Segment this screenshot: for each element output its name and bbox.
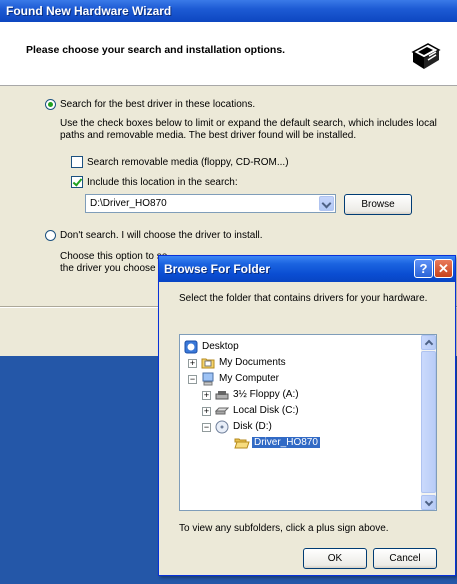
browse-instruction: Select the folder that contains drivers … xyxy=(179,293,428,304)
tree-label-selected: Driver_HO870 xyxy=(252,437,320,448)
dont-search-radio[interactable] xyxy=(45,230,56,241)
tree-label: Desktop xyxy=(202,341,239,352)
help-button[interactable]: ? xyxy=(414,259,433,278)
computer-icon xyxy=(202,372,214,386)
collapse-minus-icon[interactable]: − xyxy=(188,375,197,384)
collapse-minus-icon[interactable]: − xyxy=(202,423,211,432)
floppy-icon xyxy=(215,391,229,400)
tree-label: My Documents xyxy=(219,357,286,368)
dont-search-description-line2: the driver you choose w xyxy=(60,263,166,274)
expand-plus-icon[interactable]: + xyxy=(202,407,211,416)
chevron-down-icon[interactable] xyxy=(319,196,334,211)
desktop-icon xyxy=(184,340,198,354)
search-description-line1: Use the check boxes below to limit or ex… xyxy=(60,118,437,129)
scroll-down-icon[interactable] xyxy=(421,495,436,510)
dont-search-label[interactable]: Don't search. I will choose the driver t… xyxy=(60,230,263,241)
hardware-install-icon xyxy=(410,40,442,72)
close-button[interactable]: ✕ xyxy=(434,259,453,278)
expand-plus-icon[interactable]: + xyxy=(202,391,211,400)
tree-label: 3½ Floppy (A:) xyxy=(233,389,299,400)
browse-dialog-title: Browse For Folder xyxy=(164,262,271,276)
folder-icon xyxy=(201,358,215,369)
wizard-titlebar[interactable]: Found New Hardware Wizard xyxy=(0,0,457,22)
cd-drive-icon xyxy=(215,420,229,434)
search-removable-checkbox[interactable] xyxy=(71,156,83,168)
scroll-up-icon[interactable] xyxy=(421,335,436,350)
include-location-checkbox[interactable] xyxy=(71,176,83,188)
browse-dialog-titlebar[interactable]: Browse For Folder ? ✕ xyxy=(159,256,455,282)
folder-tree[interactable]: Desktop + My Documents − My Computer + 3… xyxy=(179,334,437,511)
scroll-thumb[interactable] xyxy=(421,351,436,493)
hard-disk-icon xyxy=(215,407,229,415)
tree-label: Disk (D:) xyxy=(233,421,272,432)
location-combobox[interactable]: D:\Driver_HO870 xyxy=(85,194,336,213)
open-folder-icon xyxy=(234,438,250,449)
cancel-button[interactable]: Cancel xyxy=(373,548,437,569)
tree-label: Local Disk (C:) xyxy=(233,405,299,416)
wizard-title: Found New Hardware Wizard xyxy=(6,4,172,18)
tree-label: My Computer xyxy=(219,373,280,384)
search-best-driver-label[interactable]: Search for the best driver in these loca… xyxy=(60,99,255,110)
browse-hint: To view any subfolders, click a plus sig… xyxy=(179,523,389,534)
dont-search-description-line1: Choose this option to se xyxy=(60,251,168,262)
search-removable-label[interactable]: Search removable media (floppy, CD-ROM..… xyxy=(87,157,289,168)
search-description-line2: paths and removable media. The best driv… xyxy=(60,130,357,141)
expand-plus-icon[interactable]: + xyxy=(188,359,197,368)
browse-for-folder-dialog: Browse For Folder ? ✕ Select the folder … xyxy=(158,255,456,576)
browse-button[interactable]: Browse xyxy=(344,194,412,215)
location-value[interactable]: D:\Driver_HO870 xyxy=(90,198,167,209)
vertical-scrollbar[interactable] xyxy=(421,335,436,510)
ok-button[interactable]: OK xyxy=(303,548,367,569)
wizard-heading: Please choose your search and installati… xyxy=(26,44,286,56)
include-location-label[interactable]: Include this location in the search: xyxy=(87,177,238,188)
search-best-driver-radio[interactable] xyxy=(45,99,56,110)
